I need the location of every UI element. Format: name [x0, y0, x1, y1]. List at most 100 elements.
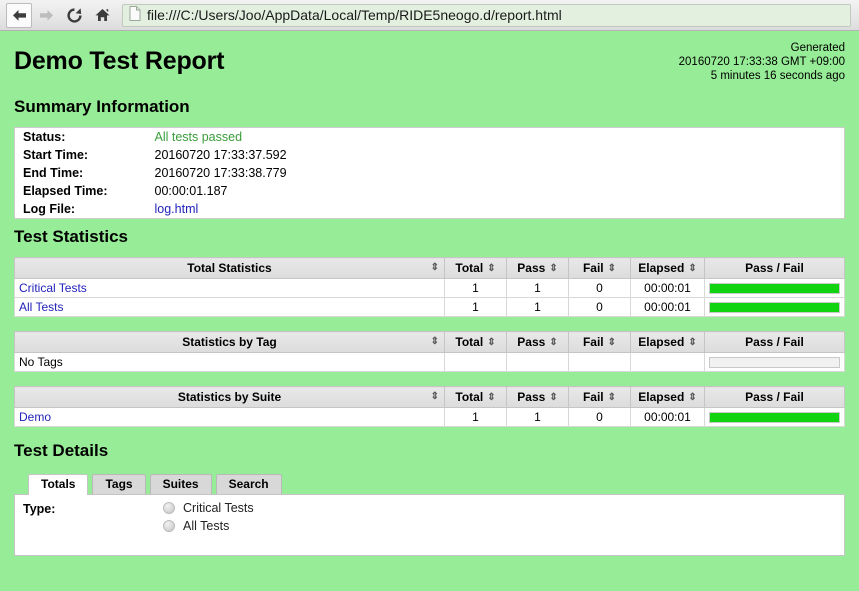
- summary-row: Log File:log.html: [15, 200, 845, 219]
- summary-row-value[interactable]: log.html: [147, 200, 845, 219]
- sort-arrows-icon[interactable]: ⇕: [608, 338, 616, 348]
- sort-arrows-icon[interactable]: ⇕: [549, 264, 557, 274]
- summary-row-value: All tests passed: [147, 128, 845, 147]
- radio-option[interactable]: Critical Tests: [163, 501, 254, 515]
- column-header-pass[interactable]: Pass⇕: [507, 258, 569, 279]
- summary-row-label: End Time:: [15, 164, 147, 182]
- summary-row: Start Time:20160720 17:33:37.592: [15, 146, 845, 164]
- cell-elapsed: 00:00:01: [631, 279, 705, 298]
- statistics-row-name[interactable]: Critical Tests: [15, 279, 445, 298]
- table-row: All Tests11000:00:01: [15, 298, 845, 317]
- cell-total: 1: [445, 408, 507, 427]
- column-header-total-label: Total: [455, 261, 483, 275]
- column-header-elapsed[interactable]: Elapsed⇕: [631, 387, 705, 408]
- sort-arrows-icon[interactable]: ⇕: [688, 393, 696, 403]
- radio-button-icon[interactable]: [163, 520, 175, 532]
- home-icon: [94, 7, 111, 23]
- summary-row-value: 20160720 17:33:38.779: [147, 164, 845, 182]
- column-header-fail-label: Fail: [583, 261, 604, 275]
- sort-arrows-icon[interactable]: ⇕: [431, 392, 439, 402]
- table-row: No Tags: [15, 353, 845, 372]
- radio-option[interactable]: All Tests: [163, 519, 254, 533]
- page-document-icon: [129, 6, 141, 24]
- summary-row-label: Elapsed Time:: [15, 182, 147, 200]
- sort-arrows-icon[interactable]: ⇕: [688, 264, 696, 274]
- sort-arrows-icon[interactable]: ⇕: [487, 338, 495, 348]
- back-button[interactable]: [6, 3, 32, 28]
- pass-fail-bar: [709, 412, 840, 423]
- sort-arrows-icon[interactable]: ⇕: [608, 264, 616, 274]
- column-header-total[interactable]: Total ⇕: [445, 332, 507, 353]
- summary-value-text: 20160720 17:33:37.592: [155, 148, 287, 162]
- column-header-name[interactable]: Statistics by Suite ⇕: [15, 387, 445, 408]
- sort-arrows-icon[interactable]: ⇕: [431, 263, 439, 273]
- column-header-elapsed[interactable]: Elapsed ⇕: [631, 258, 705, 279]
- statistics-header-row: Statistics by Tag⇕Total⇕Pass⇕Fail⇕Elapse…: [15, 332, 845, 353]
- reload-button[interactable]: [60, 2, 88, 28]
- tab-tags[interactable]: Tags: [92, 474, 145, 494]
- summary-row-label: Status:: [15, 128, 147, 147]
- column-header-fail[interactable]: Fail⇕: [569, 387, 631, 408]
- summary-row-value: 20160720 17:33:37.592: [147, 146, 845, 164]
- address-bar[interactable]: file:///C:/Users/Joo/AppData/Local/Temp/…: [122, 4, 851, 27]
- column-header-graph: Pass / Fail: [705, 332, 845, 353]
- sort-arrows-icon[interactable]: ⇕: [608, 393, 616, 403]
- type-radio-group: Critical Tests All Tests: [163, 501, 254, 533]
- statistics-row-link[interactable]: All Tests: [19, 300, 63, 314]
- column-header-fail[interactable]: Fail ⇕: [569, 258, 631, 279]
- statistics-tables: Total Statistics⇕Total⇕Pass⇕Fail⇕Elapsed…: [14, 257, 845, 427]
- tab-totals[interactable]: Totals: [28, 474, 88, 495]
- column-header-fail[interactable]: Fail⇕: [569, 332, 631, 353]
- statistics-row-name[interactable]: All Tests: [15, 298, 445, 317]
- sort-arrows-icon[interactable]: ⇕: [431, 337, 439, 347]
- column-header-name[interactable]: Statistics by Tag⇕: [15, 332, 445, 353]
- sort-arrows-icon[interactable]: ⇕: [688, 338, 696, 348]
- tab-search[interactable]: Search: [216, 474, 282, 494]
- details-heading: Test Details: [14, 441, 845, 461]
- radio-option-label: Critical Tests: [183, 501, 254, 515]
- sort-arrows-icon[interactable]: ⇕: [487, 264, 495, 274]
- pass-bar-fill: [710, 303, 839, 312]
- statistics-header-row: Total Statistics⇕Total⇕Pass⇕Fail⇕Elapsed…: [15, 258, 845, 279]
- statistics-row-link[interactable]: Critical Tests: [19, 281, 87, 295]
- summary-value-text: 00:00:01.187: [155, 184, 228, 198]
- statistics-row-name[interactable]: Demo: [15, 408, 445, 427]
- forward-button[interactable]: [32, 2, 60, 28]
- column-header-name[interactable]: Total Statistics⇕: [15, 258, 445, 279]
- reload-icon: [66, 7, 83, 24]
- details-tabs: TotalsTagsSuitesSearch: [14, 473, 845, 494]
- cell-elapsed: 00:00:01: [631, 298, 705, 317]
- home-button[interactable]: [88, 2, 116, 28]
- sort-arrows-icon[interactable]: ⇕: [549, 338, 557, 348]
- column-header-name-label: Statistics by Suite: [178, 390, 281, 404]
- cell-fail: 0: [569, 408, 631, 427]
- log-file-link[interactable]: log.html: [155, 202, 199, 216]
- column-header-elapsed[interactable]: Elapsed ⇕: [631, 332, 705, 353]
- summary-row: Status:All tests passed: [15, 128, 845, 147]
- sort-arrows-icon[interactable]: ⇕: [487, 393, 495, 403]
- statistics-table: Statistics by Tag⇕Total⇕Pass⇕Fail⇕Elapse…: [14, 331, 845, 372]
- tab-suites[interactable]: Suites: [150, 474, 212, 494]
- column-header-total[interactable]: Total ⇕: [445, 258, 507, 279]
- summary-table-body: Status:All tests passedStart Time:201607…: [15, 128, 845, 219]
- radio-option-label: All Tests: [183, 519, 229, 533]
- generated-info: Generated 20160720 17:33:38 GMT +09:00 5…: [679, 41, 845, 83]
- column-header-elapsed-label: Elapsed: [638, 335, 684, 349]
- radio-button-icon[interactable]: [163, 502, 175, 514]
- statistics-row-link[interactable]: Demo: [19, 410, 51, 424]
- statistics-row-label: No Tags: [19, 355, 63, 369]
- column-header-pass[interactable]: Pass⇕: [507, 387, 569, 408]
- sort-arrows-icon[interactable]: ⇕: [549, 393, 557, 403]
- statistics-table: Statistics by Suite⇕Total⇕Pass⇕Fail⇕Elap…: [14, 386, 845, 427]
- column-header-elapsed-label: Elapsed: [638, 261, 684, 275]
- cell-total: 1: [445, 279, 507, 298]
- pass-fail-bar-cell: [705, 279, 845, 298]
- generated-timestamp: 20160720 17:33:38 GMT +09:00: [679, 55, 845, 69]
- summary-heading: Summary Information: [14, 97, 845, 117]
- column-header-total[interactable]: Total⇕: [445, 387, 507, 408]
- back-arrow-icon: [11, 8, 28, 23]
- column-header-pass[interactable]: Pass⇕: [507, 332, 569, 353]
- column-header-total-label: Total: [455, 335, 483, 349]
- cell-total: [445, 353, 507, 372]
- summary-table: Status:All tests passedStart Time:201607…: [14, 127, 845, 219]
